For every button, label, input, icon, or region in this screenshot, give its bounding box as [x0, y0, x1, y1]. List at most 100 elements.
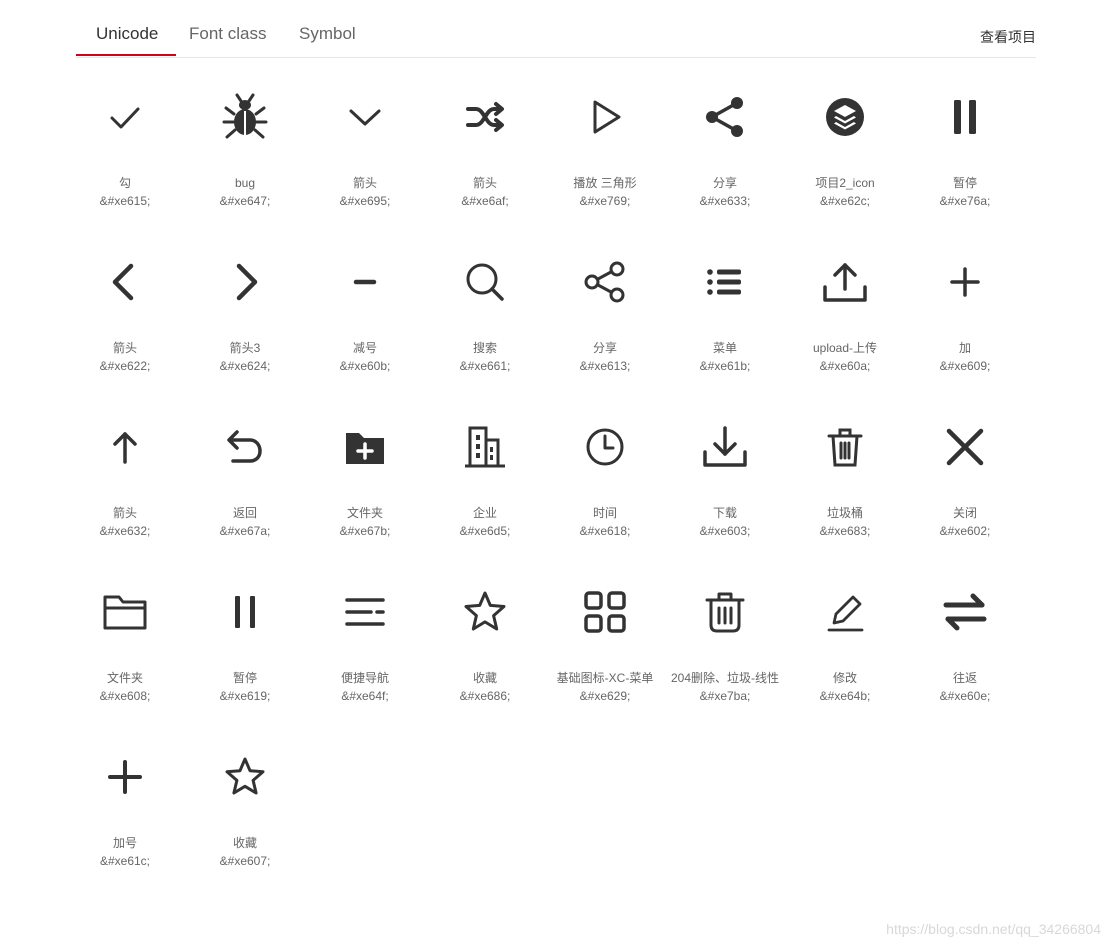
icon-name: 文件夹 [346, 506, 383, 520]
check-icon [110, 107, 140, 129]
star-icon [464, 591, 506, 631]
icon-cell[interactable]: 收藏 &#xe607; [185, 740, 305, 870]
icon-name: 204删除、垃圾-线性 [670, 671, 780, 685]
icon-cell[interactable]: 加 &#xe609; [905, 245, 1025, 375]
icon-cell[interactable]: 分享 &#xe613; [545, 245, 665, 375]
tab-bar: Unicode Font class Symbol 查看项目 [76, 0, 1036, 58]
icon-name: 项目2_icon [815, 176, 875, 190]
icon-cell[interactable]: 便捷导航 &#xe64f; [305, 575, 425, 705]
icon-code: &#xe615; [99, 194, 151, 208]
icon-code: &#xe608; [99, 689, 151, 703]
icon-code: &#xe618; [579, 524, 631, 538]
icon-cell[interactable]: 减号 &#xe60b; [305, 245, 425, 375]
building-icon [465, 426, 505, 468]
watermark: https://blog.csdn.net/qq_34266804 [886, 921, 1101, 937]
active-tab-indicator [76, 54, 176, 56]
plus-icon [950, 267, 980, 297]
icon-name: 修改 [832, 671, 857, 685]
swap-icon [943, 593, 987, 631]
icon-cell[interactable]: 菜单 &#xe61b; [665, 245, 785, 375]
icon-code: &#xe683; [819, 524, 871, 538]
icon-cell[interactable]: 垃圾桶 &#xe683; [785, 410, 905, 540]
icon-code: &#xe76a; [939, 194, 991, 208]
icon-name: 暂停 [232, 671, 257, 685]
minus-icon [353, 279, 377, 285]
icon-cell[interactable]: 暂停 &#xe76a; [905, 80, 1025, 210]
icon-cell[interactable]: 箭头 &#xe6af; [425, 80, 545, 210]
icon-cell[interactable]: 项目2_icon &#xe62c; [785, 80, 905, 210]
folder-add-icon [346, 433, 384, 464]
icon-code: &#xe62c; [819, 194, 871, 208]
icon-cell[interactable]: bug &#xe647; [185, 80, 305, 210]
icon-code: &#xe60e; [939, 689, 991, 703]
icon-cell[interactable]: 分享 &#xe633; [665, 80, 785, 210]
icon-cell[interactable]: 箭头 &#xe695; [305, 80, 425, 210]
icon-cell[interactable]: 播放 三角形 &#xe769; [545, 80, 665, 210]
icon-code: &#xe64f; [341, 689, 389, 703]
menu-lines-icon [345, 598, 385, 626]
icon-code: &#xe602; [939, 524, 991, 538]
icon-name: 暂停 [952, 176, 977, 190]
icon-code: &#xe632; [99, 524, 151, 538]
icon-cell[interactable]: 往返 &#xe60e; [905, 575, 1025, 705]
icon-name: 往返 [952, 671, 977, 685]
icon-cell[interactable]: 基础图标-XC-菜单 &#xe629; [545, 575, 665, 705]
icon-name: 菜单 [712, 341, 737, 355]
icon-cell[interactable]: 箭头3 &#xe624; [185, 245, 305, 375]
icon-cell[interactable]: 暂停 &#xe619; [185, 575, 305, 705]
clock-icon [586, 428, 624, 466]
icon-cell[interactable]: 返回 &#xe67a; [185, 410, 305, 540]
icon-code: &#xe64b; [819, 689, 871, 703]
view-project-link[interactable]: 查看项目 [980, 27, 1036, 47]
icon-name: 箭头 [112, 341, 137, 355]
undo-icon [227, 430, 262, 463]
icon-name: 时间 [592, 506, 617, 520]
icon-cell[interactable]: 204删除、垃圾-线性 &#xe7ba; [665, 575, 785, 705]
layers-icon [826, 98, 864, 136]
icon-name: 基础图标-XC-菜单 [556, 671, 654, 685]
upload-icon [823, 263, 867, 302]
icon-cell[interactable]: 关闭 &#xe602; [905, 410, 1025, 540]
icon-code: &#xe7ba; [699, 689, 751, 703]
icon-code: &#xe661; [459, 359, 511, 373]
icon-code: &#xe6af; [461, 194, 509, 208]
icon-cell[interactable]: 时间 &#xe618; [545, 410, 665, 540]
icon-name: 箭头 [472, 176, 497, 190]
share-icon [706, 97, 743, 137]
icon-cell[interactable]: upload-上传 &#xe60a; [785, 245, 905, 375]
icon-cell[interactable]: 搜索 &#xe661; [425, 245, 545, 375]
edit-icon [827, 595, 864, 632]
icon-name: 加号 [112, 836, 137, 850]
share-outline-icon [584, 261, 625, 303]
trash-outline-icon [705, 592, 745, 633]
icon-cell[interactable]: 文件夹 &#xe608; [65, 575, 185, 705]
grid-icon [584, 591, 626, 633]
play-triangle-icon [593, 100, 621, 134]
tab-unicode[interactable]: Unicode [96, 24, 158, 44]
icon-code: &#xe686; [459, 689, 511, 703]
icon-code: &#xe695; [339, 194, 391, 208]
plus-bold-icon [108, 760, 142, 794]
icon-cell[interactable]: 箭头 &#xe632; [65, 410, 185, 540]
icon-cell[interactable]: 企业 &#xe6d5; [425, 410, 545, 540]
shuffle-icon [466, 102, 504, 132]
icon-code: &#xe647; [219, 194, 271, 208]
pause-icon [954, 100, 976, 134]
icon-cell[interactable]: 下载 &#xe603; [665, 410, 785, 540]
tab-font-class[interactable]: Font class [189, 24, 266, 44]
tab-symbol[interactable]: Symbol [299, 24, 356, 44]
icon-name: 收藏 [472, 671, 497, 685]
close-icon [946, 428, 984, 466]
chevron-left-icon [112, 263, 134, 301]
icon-cell[interactable]: 修改 &#xe64b; [785, 575, 905, 705]
icon-name: 搜索 [472, 341, 497, 355]
icon-code: &#xe67a; [219, 524, 271, 538]
icon-name: 箭头 [112, 506, 137, 520]
star-outline-icon [225, 757, 265, 795]
icon-cell[interactable]: 箭头 &#xe622; [65, 245, 185, 375]
icon-cell[interactable]: 收藏 &#xe686; [425, 575, 545, 705]
chevron-right-icon [236, 263, 258, 301]
icon-cell[interactable]: 加号 &#xe61c; [65, 740, 185, 870]
icon-cell[interactable]: 文件夹 &#xe67b; [305, 410, 425, 540]
icon-cell[interactable]: 勾 &#xe615; [65, 80, 185, 210]
